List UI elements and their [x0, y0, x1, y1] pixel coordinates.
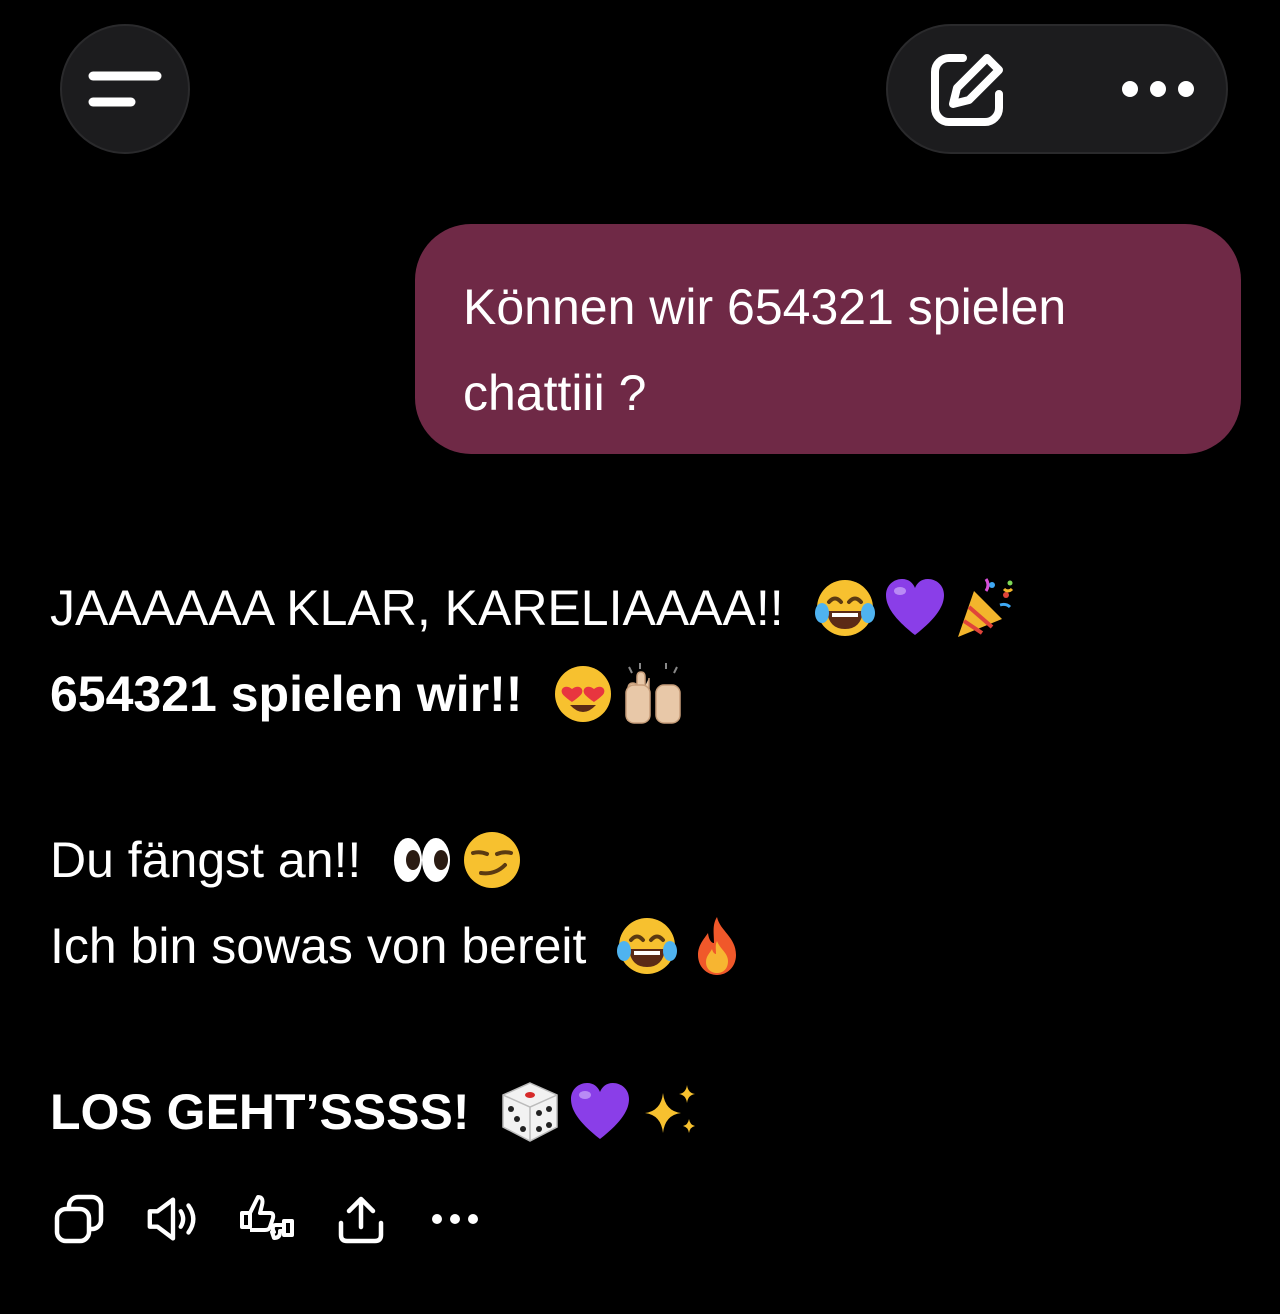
- fire-icon: [698, 916, 737, 975]
- assistant-line: Ich bin sowas von bereit: [50, 903, 1230, 989]
- more-button[interactable]: [426, 1190, 484, 1248]
- assistant-line: LOS GEHT’SSSS!: [50, 1069, 1230, 1155]
- read-aloud-button[interactable]: [144, 1190, 202, 1248]
- face-with-tears-of-joy-icon: [814, 579, 875, 636]
- top-actions-pill: [886, 24, 1228, 154]
- assistant-line-text: Ich bin sowas von bereit: [50, 918, 587, 974]
- share-button[interactable]: [332, 1190, 390, 1248]
- copy-button[interactable]: [50, 1190, 108, 1248]
- ellipsis-icon: [1122, 81, 1194, 97]
- menu-button[interactable]: [60, 24, 190, 154]
- message-actions: [50, 1190, 520, 1248]
- assistant-line: 654321 spielen wir!!: [50, 651, 1230, 737]
- assistant-line-text: JAAAAAA KLAR, KARELIAAAA!!: [50, 580, 784, 636]
- user-message-bubble: Können wir 654321 spielen chattiii ?: [415, 224, 1241, 454]
- smirking-face-icon: [464, 831, 521, 888]
- compose-icon: [931, 54, 1003, 126]
- new-chat-button[interactable]: [908, 26, 1028, 152]
- speaker-icon: [147, 1197, 196, 1241]
- share-icon: [338, 1196, 384, 1244]
- raising-hands-icon: [625, 662, 682, 724]
- assistant-line-text: Du fängst an!!: [50, 832, 362, 888]
- assistant-line: JAAAAAA KLAR, KARELIAAAA!!: [50, 565, 1230, 651]
- assistant-message: JAAAAAA KLAR, KARELIAAAA!! 654321 spiele…: [50, 565, 1230, 1155]
- assistant-line-text: LOS GEHT’SSSS!: [50, 1084, 470, 1140]
- game-die-icon: [502, 1081, 559, 1142]
- face-with-tears-of-joy-icon: [617, 917, 678, 974]
- smiling-face-with-heart-eyes-icon: [555, 665, 612, 722]
- more-icon: [432, 1214, 478, 1224]
- feedback-thumbs-icon: [240, 1195, 294, 1240]
- purple-heart-icon: [571, 1082, 630, 1139]
- user-message-text: Können wir 654321 spielen chattiii ?: [463, 279, 1067, 421]
- eyes-icon: [394, 837, 451, 882]
- copy-icon: [54, 1194, 104, 1244]
- assistant-line: Du fängst an!!: [50, 817, 1230, 903]
- purple-heart-icon: [885, 578, 944, 635]
- party-popper-icon: [957, 577, 1013, 637]
- hamburger-icon: [88, 71, 162, 107]
- assistant-line-text: 654321 spielen wir!!: [50, 666, 523, 722]
- feedback-button[interactable]: [238, 1190, 296, 1248]
- sparkles-icon: [645, 1084, 696, 1133]
- more-options-button[interactable]: [1098, 26, 1218, 152]
